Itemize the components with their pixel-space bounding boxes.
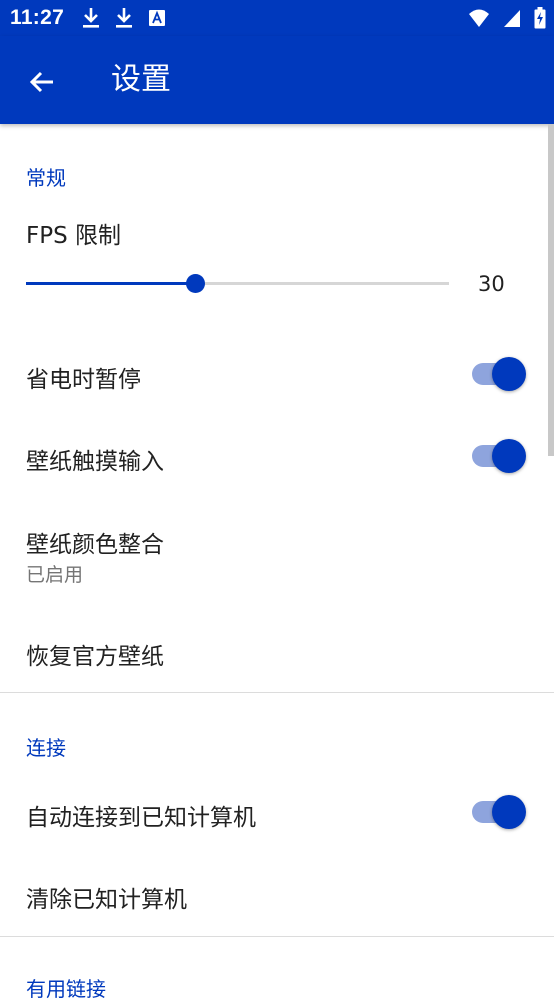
switch-thumb — [492, 439, 526, 473]
text-notification-icon — [149, 10, 166, 26]
restore-official-wallpaper-title: 恢复官方壁纸 — [26, 644, 164, 670]
wallpaper-touch-input-title: 壁纸触摸输入 — [26, 449, 164, 475]
fps-slider-thumb[interactable] — [186, 274, 205, 293]
battery-charging-icon — [534, 7, 546, 29]
fps-slider-fill — [26, 282, 195, 285]
download-icon — [116, 8, 133, 28]
app-bar: 设置 — [0, 36, 554, 124]
pause-on-battery-saver-title: 省电时暂停 — [26, 367, 141, 393]
pause-on-battery-saver-switch[interactable] — [472, 357, 526, 391]
section-divider — [0, 936, 554, 937]
fps-slider[interactable] — [26, 274, 449, 293]
download-icon — [83, 8, 99, 28]
section-header-links: 有用链接 — [26, 977, 106, 1001]
wallpaper-color-integration-summary: 已启用 — [26, 564, 84, 586]
clear-known-computers-title: 清除已知计算机 — [26, 887, 187, 913]
fps-limit-title: FPS 限制 — [26, 223, 122, 249]
switch-thumb — [492, 357, 526, 391]
switch-thumb — [492, 795, 526, 829]
section-header-general: 常规 — [26, 166, 66, 190]
section-header-connection: 连接 — [26, 736, 66, 760]
arrow-left-icon — [29, 71, 53, 93]
wallpaper-color-integration-title: 壁纸颜色整合 — [26, 532, 164, 558]
signal-icon — [503, 10, 520, 27]
section-divider — [0, 692, 554, 693]
wifi-icon — [468, 9, 489, 27]
scrollbar[interactable] — [548, 124, 554, 456]
system-icons — [460, 7, 546, 29]
notification-icons — [82, 7, 176, 29]
wallpaper-touch-input-switch[interactable] — [472, 439, 526, 473]
auto-connect-switch[interactable] — [472, 795, 526, 829]
back-button[interactable] — [20, 60, 64, 104]
fps-value: 30 — [478, 272, 505, 296]
status-bar: 11:27 — [0, 0, 554, 36]
status-time: 11:27 — [10, 6, 65, 29]
auto-connect-title: 自动连接到已知计算机 — [26, 805, 256, 831]
page-title: 设置 — [111, 62, 171, 97]
